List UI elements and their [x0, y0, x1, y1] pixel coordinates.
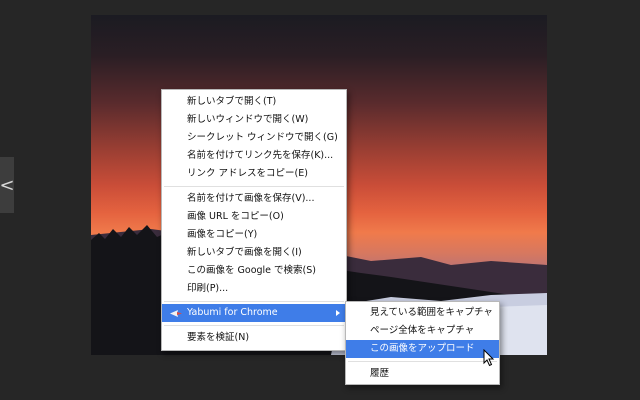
open-link-new-tab-item[interactable]: 新しいタブで開く(T): [162, 93, 346, 111]
yabumi-submenu: 見えている範囲をキャプチャ ページ全体をキャプチャ この画像をアップロード 履歴: [345, 301, 500, 385]
save-link-as-item[interactable]: 名前を付けてリンク先を保存(K)...: [162, 147, 346, 165]
menu-separator: [164, 325, 344, 326]
copy-image-item[interactable]: 画像をコピー(Y): [162, 226, 346, 244]
menu-separator: [164, 186, 344, 187]
inspect-element-item[interactable]: 要素を検証(N): [162, 329, 346, 347]
print-item[interactable]: 印刷(P)...: [162, 280, 346, 298]
save-image-as-item[interactable]: 名前を付けて画像を保存(V)...: [162, 190, 346, 208]
open-link-new-window-item[interactable]: 新しいウィンドウで開く(W): [162, 111, 346, 129]
previous-image-arrow-icon[interactable]: <: [0, 157, 15, 213]
yabumi-extension-label: Yabumi for Chrome: [187, 307, 278, 318]
open-link-incognito-item[interactable]: シークレット ウィンドウで開く(G): [162, 129, 346, 147]
context-menu: 新しいタブで開く(T) 新しいウィンドウで開く(W) シークレット ウィンドウで…: [161, 89, 347, 351]
search-image-google-item[interactable]: この画像を Google で検索(S): [162, 262, 346, 280]
copy-image-url-item[interactable]: 画像 URL をコピー(O): [162, 208, 346, 226]
submenu-chevron-right-icon: [336, 310, 340, 316]
menu-separator: [348, 361, 497, 362]
upload-image-item[interactable]: この画像をアップロード: [346, 340, 499, 358]
history-item[interactable]: 履歴: [346, 365, 499, 383]
copy-link-address-item[interactable]: リンク アドレスをコピー(E): [162, 165, 346, 183]
mouse-cursor-icon: [483, 349, 495, 367]
open-image-new-tab-item[interactable]: 新しいタブで画像を開く(I): [162, 244, 346, 262]
menu-separator: [164, 301, 344, 302]
capture-visible-area-item[interactable]: 見えている範囲をキャプチャ: [346, 304, 499, 322]
yabumi-arrow-icon: [170, 310, 182, 317]
capture-full-page-item[interactable]: ページ全体をキャプチャ: [346, 322, 499, 340]
yabumi-extension-item[interactable]: Yabumi for Chrome: [162, 304, 346, 322]
